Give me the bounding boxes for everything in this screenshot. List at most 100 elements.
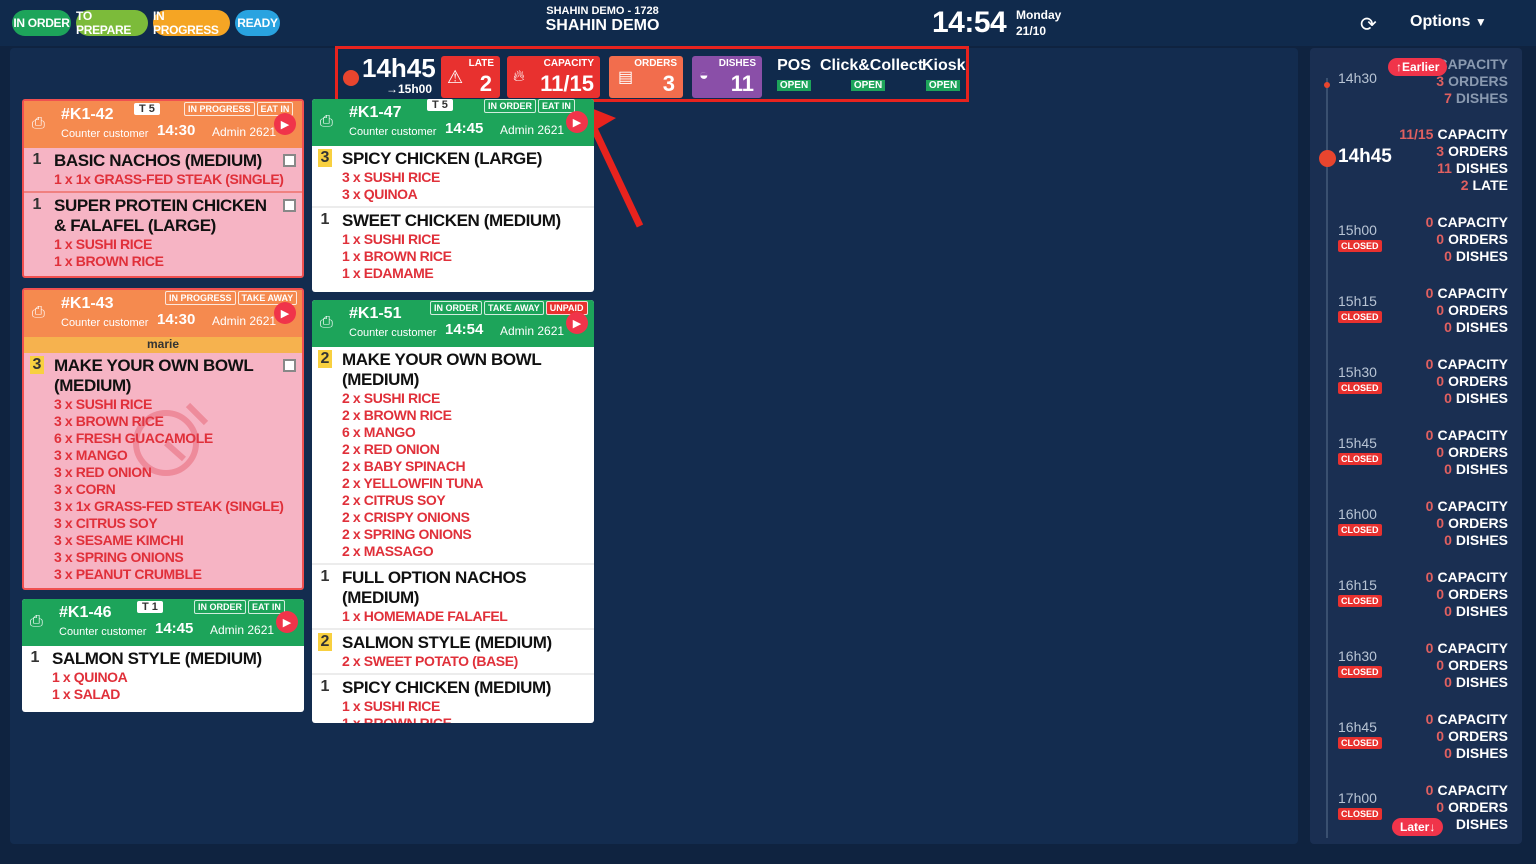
dishes-label: DISHES [718,58,756,69]
order-card[interactable]: ⎙ #K1-51 IN ORDER TAKE AWAY UNPAID Count… [312,300,594,723]
order-item[interactable]: 3 MAKE YOUR OWN BOWL (MEDIUM) 3 x SUSHI … [24,353,302,586]
item-qty: 1 [32,151,42,168]
advance-status-button[interactable]: ▶ [566,312,588,334]
slot-dishes: 11 DISHES [1399,160,1508,177]
timeline-slot[interactable]: 16h45 CLOSED 0 CAPACITY 0 ORDERS 0 DISHES [1310,711,1522,771]
order-header[interactable]: ⎙ #K1-51 IN ORDER TAKE AWAY UNPAID Count… [312,300,594,347]
current-time: 14:54 [932,6,1007,39]
capacity-stat[interactable]: 🔥︎ CAPACITY 11/15 [507,56,600,98]
timeline-slot-current[interactable]: 14h45 11/15 CAPACITY 3 ORDERS 11 DISHES 2 LA… [1310,126,1522,196]
orders-value: 0 [1436,302,1445,318]
order-item[interactable]: 1 SPICY CHICKEN (MEDIUM) 1 x SUSHI RICE … [312,675,594,723]
slot-time: 15h15 [1338,293,1377,309]
slot-time: 16h00 [1338,506,1377,522]
timeline-slot[interactable]: 16h15 CLOSED 0 CAPACITY 0 ORDERS 0 DISHES [1310,569,1522,629]
timeline-slot[interactable]: 14h30 CAPACITY 3 ORDERS 7 DISHES ↑Earlier [1310,56,1522,116]
orders-stat[interactable]: ▤ ORDERS 3 [609,56,683,98]
timeline-slot[interactable]: 15h15 CLOSED 0 CAPACITY 0 ORDERS 0 DISHES [1310,285,1522,345]
order-tags: IN ORDER EAT IN [194,600,285,614]
order-header[interactable]: ⎙ #K1-42 T 5 IN PROGRESS EAT IN Counter … [24,101,302,148]
dishes-stat[interactable]: ◒ DISHES 11 [692,56,762,98]
item-option: 3 x 1x GRASS-FED STEAK (SINGLE) [54,498,284,514]
slot-orders: 0 ORDERS [1426,444,1508,461]
filter-ready[interactable]: READY [235,10,280,36]
channel-kiosk[interactable]: Kiosk OPEN [922,57,966,93]
capacity-label: CAPACITY [1437,711,1508,727]
order-id: #K1-43 [61,295,114,312]
later-button[interactable]: Later↓ [1392,818,1444,836]
current-slot-dot [1319,150,1336,167]
advance-status-button[interactable]: ▶ [274,302,296,324]
service-tag: TAKE AWAY [484,301,544,315]
slot-capacity: 0 CAPACITY [1426,427,1508,444]
item-qty: 1 [320,568,330,585]
earlier-button[interactable]: ↑Earlier [1388,58,1448,76]
order-item[interactable]: 1 BASIC NACHOS (MEDIUM) 1 x 1x GRASS-FED… [24,148,302,193]
item-name: SPICY CHICKEN (LARGE) [342,149,543,168]
timeline-slot[interactable]: 16h00 CLOSED 0 CAPACITY 0 ORDERS 0 DISHES [1310,498,1522,558]
slot-capacity: 0 CAPACITY [1426,498,1508,515]
timeline-slot[interactable]: 15h30 CLOSED 0 CAPACITY 0 ORDERS 0 DISHES [1310,356,1522,416]
item-checkbox[interactable] [283,199,296,212]
printer-icon[interactable]: ⎙ [32,115,45,133]
timeline-slot[interactable]: 17h00 CLOSED 0 CAPACITY 0 ORDERS DISHES La… [1310,782,1522,842]
item-checkbox[interactable] [283,359,296,372]
dishes-value: 0 [1444,674,1452,690]
refresh-icon[interactable]: ⟳ [1360,12,1377,37]
item-option: 2 x SUSHI RICE [342,390,440,406]
advance-status-button[interactable]: ▶ [274,113,296,135]
item-option: 1 x QUINOA [52,669,128,685]
slot-values: 0 CAPACITY 0 ORDERS 0 DISHES [1426,427,1508,478]
order-card[interactable]: ⎙ #K1-46 T 1 IN ORDER EAT IN Counter cus… [22,599,304,712]
channel-name: POS [777,57,811,74]
dishes-label: DISHES [1455,674,1508,690]
arrow-down-icon: ↓ [1429,820,1436,834]
timeline-slot[interactable]: 15h00 CLOSED 0 CAPACITY 0 ORDERS 0 DISHES [1310,214,1522,274]
filter-in-order[interactable]: IN ORDER [12,10,71,36]
customer-name: Counter customer [349,327,437,339]
item-checkbox[interactable] [283,154,296,167]
filter-in-progress[interactable]: IN PROGRESS [153,9,230,37]
order-item[interactable]: 1 SALMON STYLE (MEDIUM) 1 x QUINOA 1 x S… [22,646,304,706]
advance-status-button[interactable]: ▶ [276,611,298,633]
options-menu[interactable]: Options ▼ [1410,13,1487,31]
order-admin: Admin 2621 [210,623,275,637]
channel-click-collect[interactable]: Click&Collect OPEN [820,57,923,93]
filter-to-prepare[interactable]: TO PREPARE [76,9,148,37]
order-header[interactable]: ⎙ #K1-46 T 1 IN ORDER EAT IN Counter cus… [22,599,304,646]
slot-capacity: 0 CAPACITY [1426,214,1508,231]
timeline-slot[interactable]: 15h45 CLOSED 0 CAPACITY 0 ORDERS 0 DISHES [1310,427,1522,487]
status-tag: IN ORDER [194,600,247,614]
printer-icon[interactable]: ⎙ [320,314,333,332]
timer-icon [133,402,209,476]
item-option: 3 x SPRING ONIONS [54,549,184,565]
slot-values: 0 CAPACITY 0 ORDERS 0 DISHES [1426,214,1508,265]
order-time: 14:30 [157,122,196,139]
order-item[interactable]: 1 FULL OPTION NACHOS (MEDIUM) 1 x HOMEMA… [312,565,594,630]
timeline-slot[interactable]: 16h30 CLOSED 0 CAPACITY 0 ORDERS 0 DISHES [1310,640,1522,700]
channel-pos[interactable]: POS OPEN [774,57,814,93]
order-item[interactable]: 1 SWEET CHICKEN (MEDIUM) 1 x SUSHI RICE … [312,208,594,285]
printer-icon[interactable]: ⎙ [30,613,43,631]
order-item[interactable]: 2 MAKE YOUR OWN BOWL (MEDIUM) 2 x SUSHI … [312,347,594,565]
order-item[interactable]: 1 SUPER PROTEIN CHICKEN & FALAFEL (LARGE… [24,193,302,273]
capacity-value: 0 [1425,782,1434,798]
closed-badge: CLOSED [1338,524,1382,536]
late-stat[interactable]: ⚠ LATE 2 [441,56,500,98]
order-header[interactable]: ⎙ #K1-43 IN PROGRESS TAKE AWAY Counter c… [24,290,302,337]
late-label: LATE [1472,177,1508,193]
order-card[interactable]: ⎙ #K1-42 T 5 IN PROGRESS EAT IN Counter … [22,99,304,278]
slot-dishes: 0 DISHES [1426,248,1508,265]
order-header[interactable]: ⎙ #K1-47 T 5 IN ORDER EAT IN Counter cus… [312,99,594,146]
printer-icon[interactable]: ⎙ [320,113,333,131]
item-option: 1 x EDAMAME [342,265,434,281]
advance-status-button[interactable]: ▶ [566,111,588,133]
item-name: SALMON STYLE (MEDIUM) [52,649,262,668]
order-item[interactable]: 2 SALMON STYLE (MEDIUM) 2 x SWEET POTATO… [312,630,594,675]
current-slot: 14h45 [362,53,436,83]
order-card[interactable]: ⎙ #K1-47 T 5 IN ORDER EAT IN Counter cus… [312,99,594,292]
slot-orders: 0 ORDERS [1426,586,1508,603]
order-card[interactable]: ⎙ #K1-43 IN PROGRESS TAKE AWAY Counter c… [22,288,304,590]
order-item[interactable]: 3 SPICY CHICKEN (LARGE) 3 x SUSHI RICE 3… [312,146,594,208]
printer-icon[interactable]: ⎙ [32,304,45,322]
